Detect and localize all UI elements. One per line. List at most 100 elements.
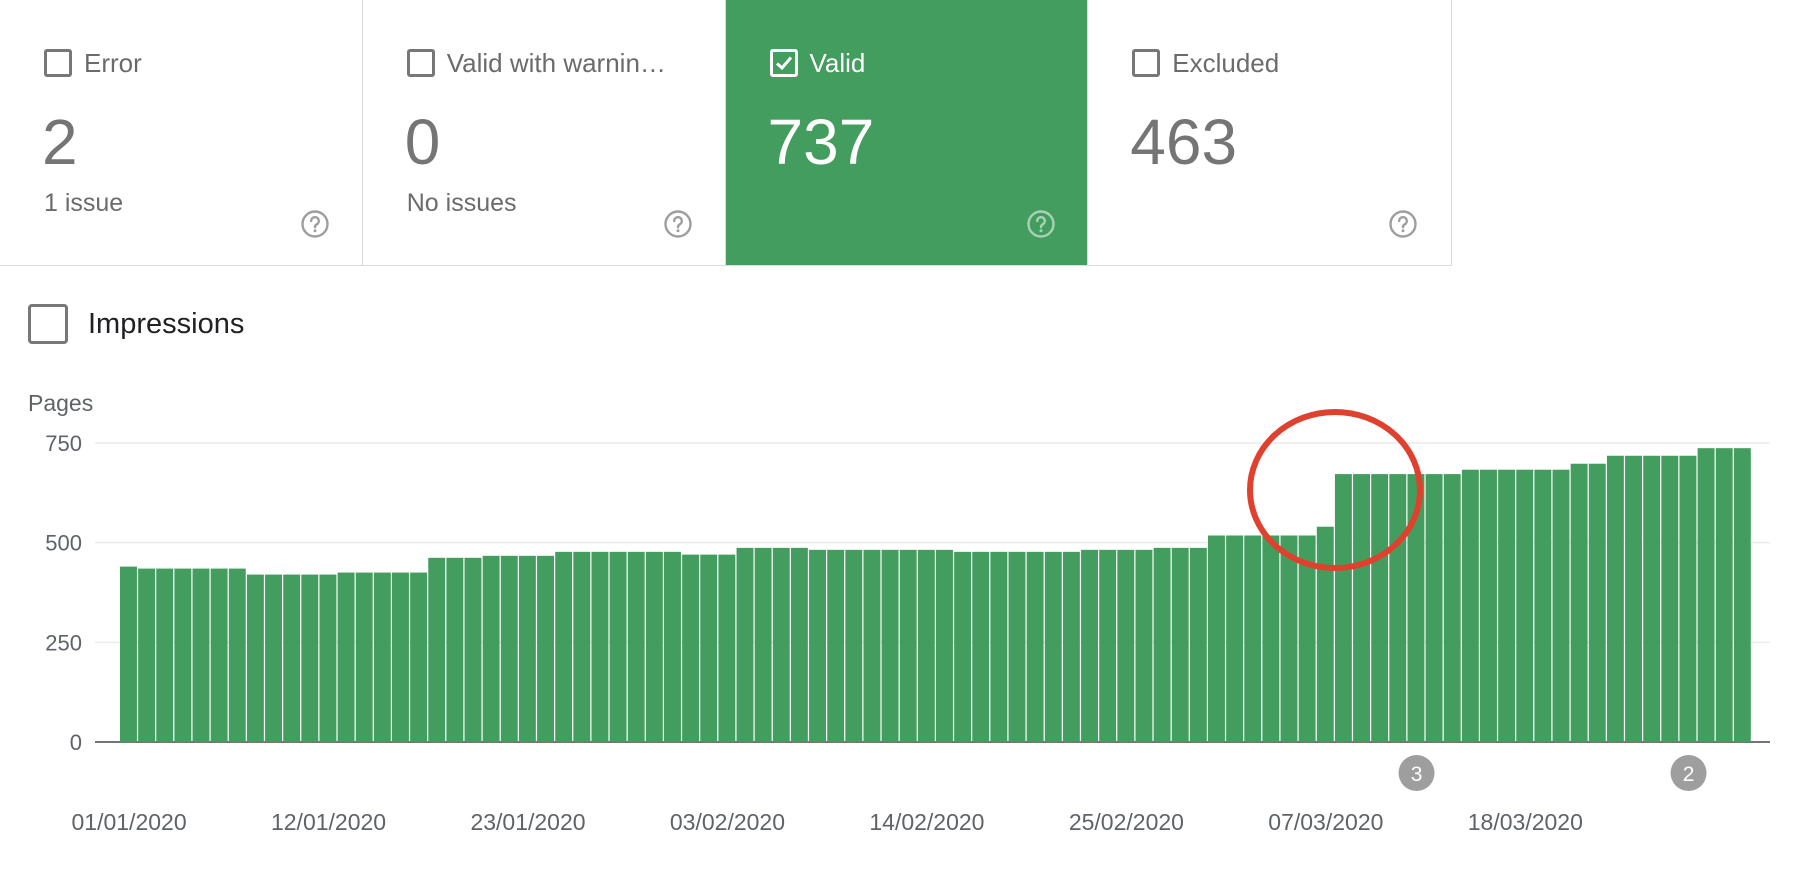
- annotation-badge-label: 2: [1683, 763, 1695, 786]
- annotation-badge-label: 3: [1411, 763, 1423, 786]
- bar: [881, 549, 899, 742]
- bar: [682, 554, 700, 742]
- bar: [1606, 455, 1624, 742]
- card-valid-value: 737: [767, 106, 875, 178]
- bar: [1625, 455, 1642, 742]
- impressions-label: Impressions: [88, 307, 245, 340]
- bar: [1371, 474, 1389, 742]
- card-error[interactable]: Error 2 1 issue: [0, 0, 363, 265]
- bar: [555, 551, 573, 742]
- card-warnings-label: Valid with warnin…: [446, 48, 666, 78]
- bar: [627, 551, 645, 742]
- bar: [754, 547, 772, 742]
- status-cards: Error 2 1 issue Valid with warnin… 0 No …: [0, 0, 1452, 266]
- card-valid-label: Valid: [809, 48, 866, 78]
- bar: [1389, 474, 1407, 742]
- bar: [1044, 551, 1062, 742]
- bar: [265, 574, 282, 742]
- bar: [863, 549, 881, 742]
- bar: [1316, 526, 1334, 742]
- card-valid-with-warnings[interactable]: Valid with warnin… 0 No issues: [362, 0, 726, 265]
- card-warnings-value: 0: [404, 106, 441, 178]
- help-icon[interactable]: [663, 209, 693, 239]
- bar: [664, 551, 681, 742]
- card-error-value: 2: [42, 106, 78, 178]
- bar: [790, 547, 808, 742]
- bar: [228, 568, 246, 742]
- x-tick-label: 03/02/2020: [670, 809, 785, 835]
- bar: [1425, 474, 1443, 742]
- pages-bar-chart: Pages 0 250 500 750 01/01/2020 12/01/2020 23/…: [28, 390, 1770, 835]
- bar: [700, 554, 718, 742]
- x-tick-label: 14/02/2020: [869, 809, 984, 835]
- bar: [1679, 455, 1697, 742]
- bar: [156, 568, 174, 742]
- bar: [1135, 549, 1153, 742]
- bar: [1715, 448, 1733, 742]
- bar: [174, 568, 192, 742]
- bar: [283, 574, 301, 742]
- error-checkbox[interactable]: [44, 49, 72, 77]
- card-excluded-value: 463: [1130, 106, 1238, 178]
- bar: [1026, 551, 1044, 742]
- bar: [1117, 549, 1135, 742]
- bar: [337, 572, 355, 742]
- bar: [482, 555, 500, 742]
- bar: [1516, 469, 1534, 742]
- bar: [591, 551, 609, 742]
- card-excluded-label: Excluded: [1172, 48, 1280, 78]
- bar: [1334, 474, 1352, 742]
- bar: [518, 555, 536, 742]
- impressions-toggle[interactable]: Impressions: [28, 304, 244, 344]
- bar: [645, 551, 663, 742]
- y-tick-label: 500: [45, 531, 82, 556]
- valid-with-warnings-checkbox[interactable]: [406, 49, 435, 77]
- bar: [1153, 547, 1171, 742]
- bar: [1480, 469, 1497, 742]
- y-axis-ticks: 0 250 500 750: [45, 431, 82, 755]
- bar: [1226, 535, 1244, 742]
- bar: [1244, 535, 1262, 742]
- card-error-label: Error: [84, 48, 142, 78]
- help-icon[interactable]: [300, 209, 330, 239]
- bar: [954, 551, 972, 742]
- bar: [246, 574, 264, 742]
- y-tick-label: 250: [45, 630, 82, 655]
- bar: [917, 549, 935, 742]
- valid-checkbox[interactable]: [769, 49, 798, 77]
- card-error-sub: 1 issue: [44, 189, 124, 217]
- card-valid[interactable]: Valid 737: [725, 0, 1089, 265]
- bar: [1588, 463, 1606, 742]
- bar: [1099, 549, 1117, 742]
- bar: [1062, 551, 1080, 742]
- bar: [936, 549, 953, 742]
- card-warnings-sub: No issues: [406, 189, 517, 217]
- bar: [845, 549, 863, 742]
- x-tick-label: 12/01/2020: [271, 809, 386, 835]
- bar: [827, 549, 845, 742]
- bar: [809, 549, 826, 742]
- bar: [1461, 469, 1479, 742]
- y-tick-label: 750: [45, 431, 82, 456]
- bar: [410, 572, 428, 742]
- help-icon[interactable]: [1388, 209, 1418, 239]
- bar: [1353, 474, 1370, 742]
- bar: [609, 551, 627, 742]
- bar: [1443, 474, 1461, 742]
- bar: [120, 566, 137, 742]
- x-tick-label: 18/03/2020: [1468, 809, 1583, 835]
- bar: [464, 557, 482, 742]
- bar: [1697, 448, 1715, 742]
- help-icon[interactable]: [1026, 209, 1056, 239]
- bar: [1733, 448, 1751, 742]
- bar: [428, 557, 446, 742]
- impressions-checkbox[interactable]: [28, 304, 68, 344]
- bar: [1262, 535, 1280, 742]
- bar: [1189, 547, 1207, 742]
- excluded-checkbox[interactable]: [1132, 49, 1161, 77]
- card-excluded[interactable]: Excluded 463: [1088, 0, 1451, 265]
- bar: [972, 551, 990, 742]
- x-tick-label: 01/01/2020: [72, 809, 187, 835]
- bar: [500, 555, 518, 742]
- bar: [301, 574, 319, 742]
